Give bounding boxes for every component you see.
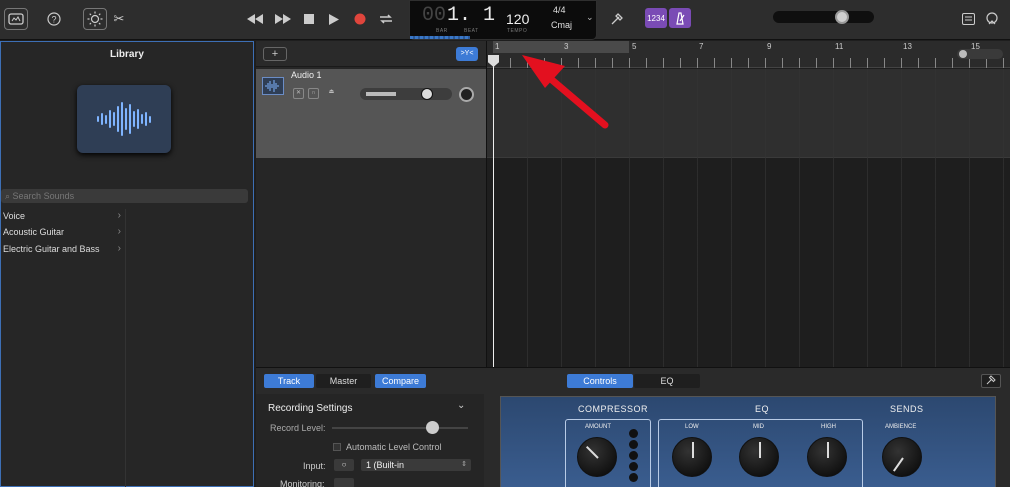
garageband-window: ? ✂ 00 1. 1 BAR BEAT 120 TEMPO 4/4 Cmaj … [0,0,1010,487]
annotation-arrow-icon [522,55,609,129]
